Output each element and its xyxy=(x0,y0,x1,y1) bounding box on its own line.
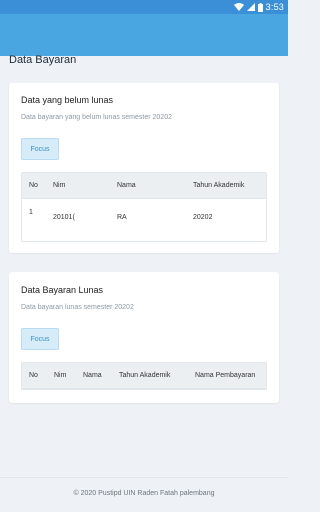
unpaid-focus-button[interactable]: Focus xyxy=(21,138,59,160)
battery-icon xyxy=(257,2,263,12)
row-nim: 20101( xyxy=(53,214,75,221)
status-bar: 3:53 xyxy=(0,0,288,14)
column-header-nama-pembayaran: Nama Pembayaran xyxy=(195,372,256,379)
clock-time: 3:53 xyxy=(265,2,284,12)
column-header-tahun-akademik: Tahun Akademik xyxy=(119,372,171,379)
app-bar xyxy=(0,14,288,56)
column-header-nama: Nama xyxy=(117,182,136,189)
row-tahun-akademik: 20202 xyxy=(193,214,213,221)
column-header-nim: Nim xyxy=(54,372,67,379)
unpaid-card-title: Data yang belum lunas xyxy=(21,95,114,105)
footer-copyright: © 2020 Pustipd UIN Raden Fatah palembang xyxy=(73,490,215,497)
paid-card-subtitle: Data bayaran lunas semester 20202 xyxy=(21,304,134,311)
unpaid-table[interactable]: No Nim Nama Tahun Akademik 1 20101( RA 2… xyxy=(21,172,267,242)
column-header-no: No xyxy=(29,182,38,189)
row-no: 1 xyxy=(29,209,33,216)
signal-icon xyxy=(246,3,255,11)
column-header-nama: Nama xyxy=(83,372,102,379)
paid-card: Data Bayaran Lunas Data bayaran lunas se… xyxy=(9,272,279,403)
page-title: Data Bayaran xyxy=(9,54,77,66)
unpaid-card-subtitle: Data bayaran yang belum lunas semester 2… xyxy=(21,114,172,121)
paid-card-title: Data Bayaran Lunas xyxy=(21,285,104,295)
unpaid-table-header: No Nim Nama Tahun Akademik xyxy=(22,173,266,199)
paid-table[interactable]: No Nim Nama Tahun Akademik Nama Pembayar… xyxy=(21,362,267,390)
wifi-icon xyxy=(233,3,244,11)
column-header-nim: Nim xyxy=(53,182,66,189)
column-header-tahun-akademik: Tahun Akademik xyxy=(193,182,245,189)
unpaid-card: Data yang belum lunas Data bayaran yang … xyxy=(9,83,279,253)
row-nama: RA xyxy=(117,214,127,221)
paid-table-header: No Nim Nama Tahun Akademik Nama Pembayar… xyxy=(22,363,266,389)
column-header-no: No xyxy=(29,372,38,379)
paid-focus-button[interactable]: Focus xyxy=(21,328,59,350)
footer-divider xyxy=(0,477,288,478)
